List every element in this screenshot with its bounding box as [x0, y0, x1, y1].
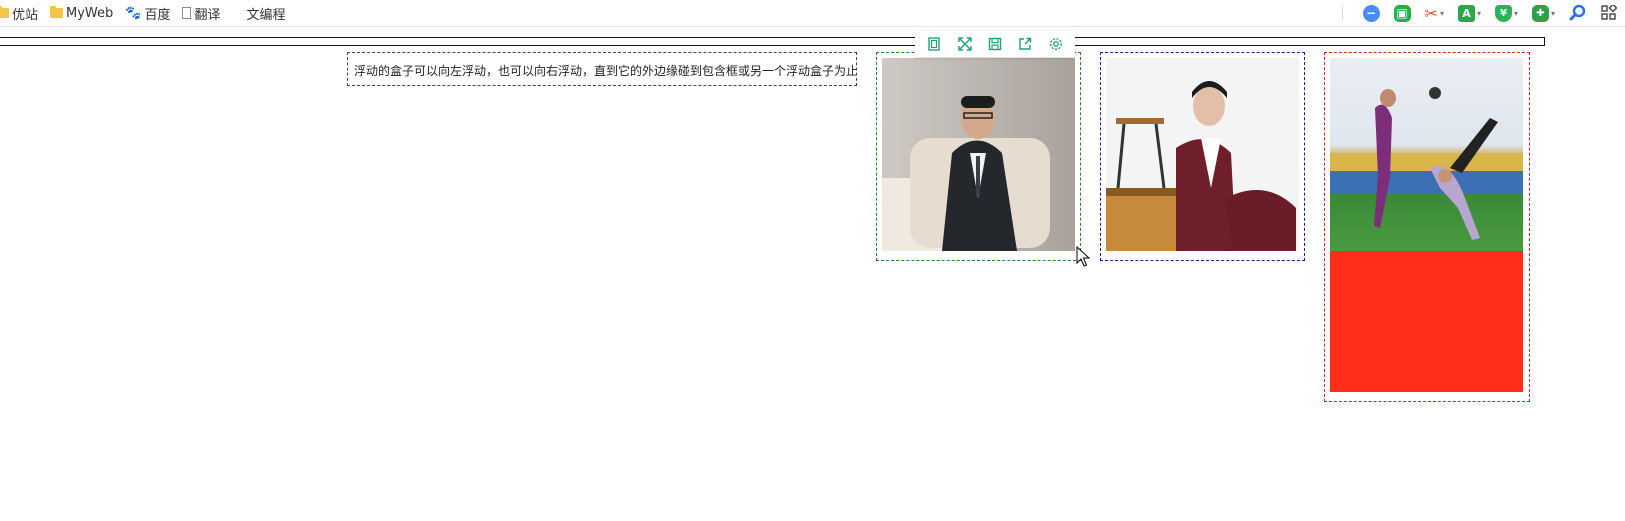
- folder-icon: [0, 6, 9, 18]
- share-icon[interactable]: [1015, 34, 1035, 54]
- bookmark-label: 翻译: [194, 7, 221, 23]
- float-text-box: 浮动的盒子可以向左浮动，也可以向右浮动，直到它的外边缘碰到包含框或另一个浮动盒子…: [347, 52, 857, 86]
- photo-soccer-players[interactable]: [1330, 58, 1523, 251]
- toolbar-divider: [1341, 5, 1343, 21]
- bookmark-youzhan[interactable]: 优站: [0, 4, 38, 23]
- bookmark-label: MyWeb: [66, 5, 114, 21]
- shield-yen-icon[interactable]: ¥ ▾: [1494, 4, 1518, 22]
- fit-icon[interactable]: [924, 34, 944, 54]
- settings-icon[interactable]: [1046, 34, 1066, 54]
- save-icon[interactable]: [985, 34, 1005, 54]
- bookmark-myweb[interactable]: MyWeb: [50, 6, 113, 21]
- baidu-paw-icon: 🐾: [125, 5, 142, 21]
- float-description-text: 浮动的盒子可以向左浮动，也可以向右浮动，直到它的外边缘碰到包含框或另一个浮动盒子…: [354, 64, 857, 78]
- extension-toolbar: − ▣ ✂ ▾ A ▾ ¥ ▾ ✚ ▾: [1341, 0, 1625, 26]
- bars-logo-icon: [233, 7, 244, 19]
- red-block: [1330, 251, 1523, 392]
- minus-circle-icon[interactable]: −: [1362, 4, 1380, 22]
- photo-young-man-seated[interactable]: [1106, 58, 1299, 251]
- bordered-line-div: [0, 37, 1545, 46]
- green-ext-icon[interactable]: ▣: [1393, 4, 1411, 22]
- bookmark-label: 文编程: [246, 7, 286, 23]
- bookmarks-bar: 优站 MyWeb 🐾 百度 翻译 文编程 − ▣ ✂ ▾ A ▾ ¥ ▾ ✚ ▾: [0, 0, 1625, 27]
- bookmark-baidu[interactable]: 🐾 百度: [125, 4, 170, 23]
- bookmark-translate[interactable]: 翻译: [182, 4, 221, 23]
- float-box-3: [1324, 52, 1530, 402]
- image-hover-toolbar: [915, 31, 1075, 57]
- bookmark-label: 优站: [12, 7, 39, 23]
- search-icon[interactable]: [1569, 4, 1587, 22]
- float-box-1: [876, 52, 1081, 261]
- photo-man-in-suit[interactable]: [882, 58, 1075, 251]
- fullscreen-icon[interactable]: [955, 34, 975, 54]
- gamepad-icon[interactable]: ✚ ▾: [1531, 4, 1555, 22]
- mouse-cursor-icon: [1076, 245, 1091, 272]
- float-box-2: [1100, 52, 1305, 261]
- translate-icon[interactable]: A ▾: [1457, 4, 1481, 22]
- bookmark-label: 百度: [144, 7, 171, 23]
- scissors-icon[interactable]: ✂ ▾: [1425, 4, 1444, 23]
- page-icon: [182, 7, 192, 19]
- apps-grid-icon[interactable]: [1601, 5, 1617, 21]
- bookmark-wenbiancheng[interactable]: 文编程: [233, 4, 286, 23]
- folder-icon: [50, 6, 64, 18]
